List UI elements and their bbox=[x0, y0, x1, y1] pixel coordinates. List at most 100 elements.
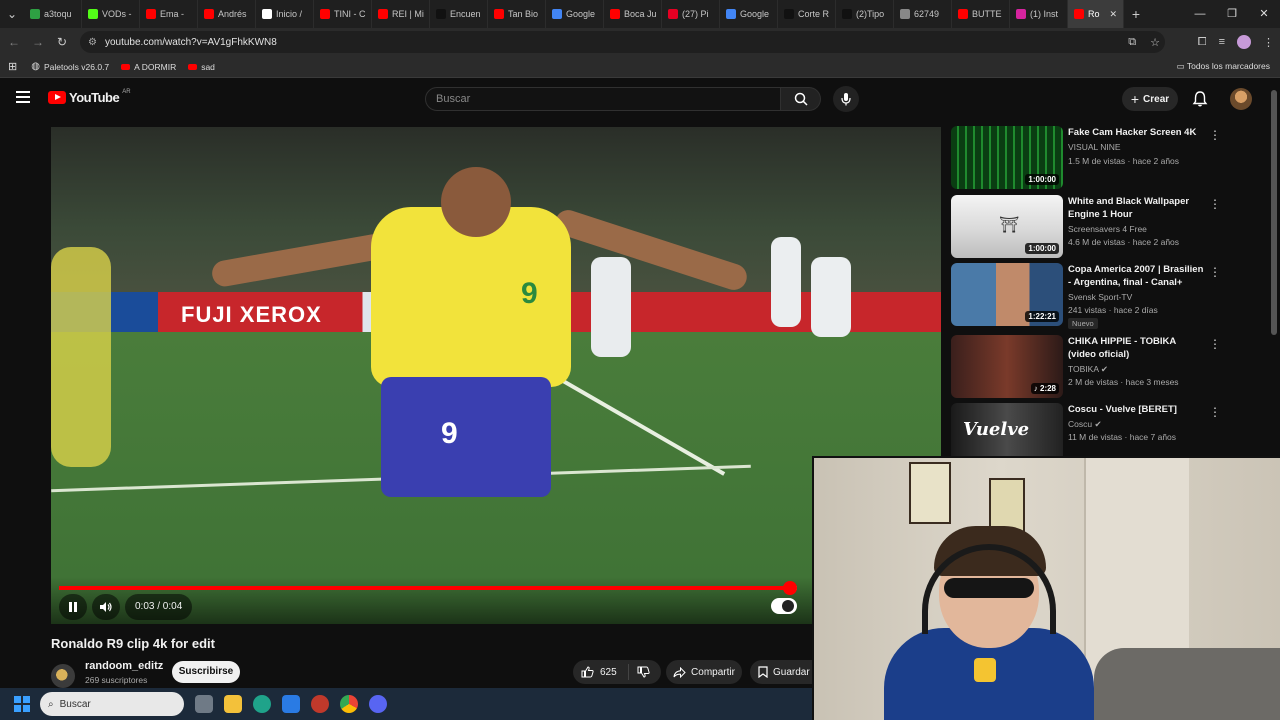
recommendation-channel[interactable]: VISUAL NINE bbox=[1068, 142, 1121, 152]
recommendation-title[interactable]: Copa America 2007 | Brasilien - Argentin… bbox=[1068, 263, 1204, 289]
browser-tab[interactable]: REI | Mi bbox=[372, 0, 430, 28]
forward-button[interactable]: → bbox=[26, 35, 50, 49]
browser-tab[interactable]: Inicio / bbox=[256, 0, 314, 28]
video-thumbnail[interactable]: 1:22:21 bbox=[951, 263, 1063, 326]
bookmark-sad[interactable]: sad bbox=[188, 62, 215, 72]
video-thumbnail[interactable]: ⛩ 1:00:00 bbox=[951, 195, 1063, 258]
browser-tab[interactable]: (2)Tipo bbox=[836, 0, 894, 28]
more-options-icon[interactable]: ⋮ bbox=[1209, 265, 1221, 279]
browser-tab[interactable]: Ema - bbox=[140, 0, 198, 28]
browser-tab[interactable]: 62749 bbox=[894, 0, 952, 28]
more-options-icon[interactable]: ⋮ bbox=[1209, 128, 1221, 142]
tab-active[interactable]: Ro ✕ bbox=[1068, 0, 1124, 28]
store-icon[interactable] bbox=[282, 695, 300, 713]
browser-tab[interactable]: TINI - C bbox=[314, 0, 372, 28]
menu-icon[interactable]: ⋮ bbox=[1263, 36, 1274, 49]
more-options-icon[interactable]: ⋮ bbox=[1209, 197, 1221, 211]
autoplay-toggle[interactable] bbox=[771, 598, 797, 614]
recommendation-channel[interactable]: Screensavers 4 Free bbox=[1068, 224, 1147, 234]
recommendation-title[interactable]: White and Black Wallpaper Engine 1 Hour bbox=[1068, 195, 1204, 221]
scrubber-handle[interactable] bbox=[782, 581, 797, 595]
browser-tab[interactable]: Corte R bbox=[778, 0, 836, 28]
chrome-icon[interactable] bbox=[340, 695, 358, 713]
browser-tab[interactable]: VODs - bbox=[82, 0, 140, 28]
windows-start-icon[interactable] bbox=[14, 696, 30, 712]
more-options-icon[interactable]: ⋮ bbox=[1209, 405, 1221, 419]
browser-tab[interactable]: (1) Inst bbox=[1010, 0, 1068, 28]
recommendation-item[interactable]: Vuelve Coscu - Vuelve [BERET] Coscu ✔ 11… bbox=[951, 403, 1221, 456]
youtube-logo[interactable]: YouTube AR bbox=[48, 89, 131, 105]
search-input[interactable]: Buscar bbox=[425, 87, 781, 111]
more-options-icon[interactable]: ⋮ bbox=[1209, 337, 1221, 351]
video-thumbnail[interactable]: Vuelve bbox=[951, 403, 1063, 456]
subscribe-button[interactable]: Suscribirse bbox=[172, 661, 240, 683]
browser-tab[interactable]: Google bbox=[546, 0, 604, 28]
close-tab-icon[interactable]: ✕ bbox=[1109, 9, 1117, 20]
hamburger-menu-icon[interactable] bbox=[16, 91, 30, 103]
taskbar-search[interactable]: ⌕ Buscar bbox=[40, 692, 184, 716]
recommendation-item[interactable]: 1:00:00 Fake Cam Hacker Screen 4K VISUAL… bbox=[951, 126, 1221, 189]
create-button[interactable]: + Crear bbox=[1122, 87, 1178, 111]
recommendation-item[interactable]: ♪ 2:28 CHIKA HIPPIE - TOBIKA (video ofic… bbox=[951, 335, 1221, 398]
task-view-icon[interactable] bbox=[195, 695, 213, 713]
profile-icon[interactable] bbox=[1237, 35, 1251, 49]
bookmark-paletools[interactable]: ◍ Paletools v26.0.7 bbox=[31, 61, 109, 72]
site-info-icon[interactable]: ⚙ bbox=[88, 37, 97, 48]
browser-tab[interactable]: BUTTE bbox=[952, 0, 1010, 28]
like-count: 625 bbox=[600, 666, 617, 678]
search-button[interactable] bbox=[781, 87, 821, 111]
browser-tab[interactable]: Encuen bbox=[430, 0, 488, 28]
channel-avatar[interactable] bbox=[51, 664, 75, 688]
browser-tab[interactable]: (27) Pi bbox=[662, 0, 720, 28]
page-scrollbar[interactable] bbox=[1271, 90, 1277, 335]
video-thumbnail[interactable]: 1:00:00 bbox=[951, 126, 1063, 189]
progress-bar[interactable] bbox=[59, 581, 797, 595]
install-app-icon[interactable]: ⧉ bbox=[1128, 36, 1136, 49]
edge-browser-icon[interactable] bbox=[253, 695, 271, 713]
discord-icon[interactable] bbox=[369, 695, 387, 713]
video-thumbnail[interactable]: ♪ 2:28 bbox=[951, 335, 1063, 398]
bookmark-star-icon[interactable]: ☆ bbox=[1150, 36, 1160, 49]
notifications-bell-icon[interactable] bbox=[1191, 90, 1209, 108]
like-button[interactable]: 625 bbox=[573, 664, 629, 680]
address-bar[interactable]: ⚙ youtube.com/watch?v=AV1gFhkKWN8 bbox=[80, 31, 1165, 53]
voice-search-button[interactable] bbox=[833, 86, 859, 112]
pause-button[interactable] bbox=[59, 594, 87, 620]
browser-tab[interactable]: Andrés bbox=[198, 0, 256, 28]
recommendation-channel[interactable]: Svensk Sport-TV bbox=[1068, 292, 1132, 302]
recommendation-item[interactable]: 1:22:21 Copa America 2007 | Brasilien - … bbox=[951, 263, 1221, 331]
windows-taskbar: ⌕ Buscar bbox=[0, 688, 812, 720]
recommendation-title[interactable]: Coscu - Vuelve [BERET] bbox=[1068, 403, 1204, 416]
all-bookmarks-button[interactable]: ▭ Todos los marcadores bbox=[1177, 61, 1270, 72]
new-tab-button[interactable]: + bbox=[1124, 6, 1148, 22]
minimize-button[interactable]: — bbox=[1184, 0, 1216, 28]
browser-tab[interactable]: Boca Ju bbox=[604, 0, 662, 28]
browser-tab[interactable]: Google bbox=[720, 0, 778, 28]
account-avatar[interactable] bbox=[1230, 88, 1252, 110]
back-button[interactable]: ← bbox=[2, 35, 26, 49]
restore-button[interactable]: ❐ bbox=[1216, 0, 1248, 28]
recommendation-channel[interactable]: TOBIKA ✔ bbox=[1068, 364, 1108, 375]
browser-tab[interactable]: Tan Bio bbox=[488, 0, 546, 28]
extensions-icon[interactable]: ⧠ bbox=[1198, 36, 1207, 49]
recommendation-title[interactable]: Fake Cam Hacker Screen 4K bbox=[1068, 126, 1204, 139]
video-player[interactable]: FUJI XEROX 9 9 0:03 / 0:04 bbox=[51, 127, 941, 624]
media-control-icon[interactable]: ≡ bbox=[1219, 36, 1225, 48]
recommendation-item[interactable]: ⛩ 1:00:00 White and Black Wallpaper Engi… bbox=[951, 195, 1221, 258]
reload-button[interactable]: ↻ bbox=[50, 35, 74, 49]
file-explorer-icon[interactable] bbox=[224, 695, 242, 713]
tab-search-chevron-icon[interactable]: ⌄ bbox=[0, 7, 24, 21]
recommendation-title[interactable]: CHIKA HIPPIE - TOBIKA (video oficial) bbox=[1068, 335, 1204, 361]
volume-button[interactable] bbox=[92, 594, 120, 620]
dislike-button[interactable] bbox=[629, 666, 650, 678]
share-button[interactable]: Compartir bbox=[666, 660, 742, 684]
apps-grid-icon[interactable]: ⊞ bbox=[8, 60, 17, 73]
app-icon[interactable] bbox=[311, 695, 329, 713]
recommendation-channel[interactable]: Coscu ✔ bbox=[1068, 419, 1102, 430]
recommendation-meta: 4.6 M de vistas · hace 2 años bbox=[1068, 237, 1180, 247]
bookmark-a-dormir[interactable]: A DORMIR bbox=[121, 62, 176, 72]
save-button[interactable]: Guardar bbox=[750, 660, 812, 684]
channel-name[interactable]: randoom_editz bbox=[85, 660, 163, 672]
close-window-button[interactable]: ✕ bbox=[1248, 0, 1280, 28]
browser-tab[interactable]: a3toqu bbox=[24, 0, 82, 28]
